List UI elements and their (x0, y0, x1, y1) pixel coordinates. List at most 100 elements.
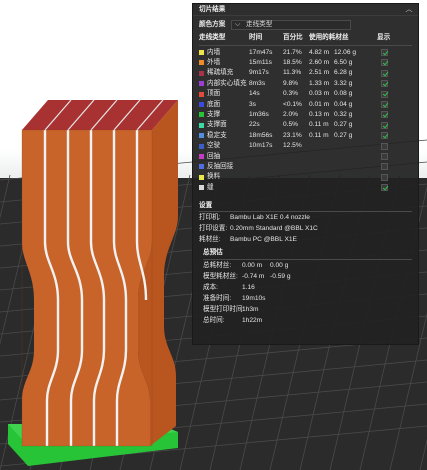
color-swatch (199, 164, 204, 170)
chevron-down-icon: ⌵ (235, 21, 241, 28)
feature-row: 底面 3s <0.1% 0.01 m 0.04 g (193, 100, 418, 110)
total-time-value: 1h22m (242, 317, 263, 324)
cost-value: 1.16 (242, 284, 255, 291)
feature-row: 内部实心填充 8m3s 9.8% 1.33 m 3.32 g (193, 79, 418, 89)
feature-percent: 11.3% (283, 69, 302, 77)
feature-weight: 0.27 g (334, 121, 353, 129)
feature-row: 稳定支 18m56s 23.1% 0.11 m 0.27 g (193, 131, 418, 141)
total-time-row: 总时间: 1h22m (193, 317, 418, 327)
model-top (22, 100, 178, 130)
display-checkbox[interactable] (381, 163, 388, 171)
feature-weight: 3.32 g (334, 79, 353, 87)
printer-label: 打印机: (199, 214, 221, 221)
filament-value: Bambu PC @BBL X1E (230, 236, 297, 243)
model-filament-row: 模型耗材丝: -0.74 m -0.59 g (193, 273, 418, 283)
feature-length: 0.11 m (309, 131, 329, 139)
feature-time: 17m47s (249, 48, 273, 56)
feature-row: 顶面 14s 0.3% 0.03 m 0.08 g (193, 90, 418, 100)
color-scheme-select[interactable]: ⌵ 走线类型 (231, 20, 351, 30)
cost-row: 成本: 1.16 (193, 284, 418, 294)
feature-name: 稀疏填充 (207, 69, 234, 77)
prep-time-label: 准备时间: (203, 295, 232, 302)
feature-row: 外墙 15m11s 18.5% 2.60 m 6.50 g (193, 58, 418, 68)
color-swatch (199, 91, 204, 97)
display-checkbox[interactable] (381, 121, 388, 129)
feature-percent: 0.3% (283, 90, 299, 98)
display-checkbox[interactable] (381, 90, 388, 98)
feature-name: 外墙 (207, 58, 221, 66)
feature-name: 底面 (207, 100, 221, 108)
feature-length: 2.60 m (309, 58, 330, 66)
display-checkbox[interactable] (381, 153, 388, 160)
header-divider (199, 45, 412, 46)
feature-name: 回抽 (207, 152, 221, 160)
color-swatch (199, 154, 204, 159)
feature-time: 14s (249, 90, 260, 98)
color-swatch (199, 102, 204, 107)
color-swatch (199, 60, 204, 66)
feature-row: 空驶 10m17s 12.5% (193, 142, 418, 152)
feature-percent: 0.5% (283, 121, 299, 129)
feature-length: 0.13 m (309, 110, 330, 118)
display-checkbox[interactable] (381, 80, 388, 88)
printed-model (8, 99, 178, 466)
feature-length: 1.33 m (309, 79, 330, 87)
color-swatch (199, 185, 204, 191)
model-filament-weight: -0.59 g (270, 273, 291, 280)
feature-row: 反抽回接 (193, 162, 418, 172)
color-swatch (199, 81, 204, 87)
filament-label: 耗材丝: (199, 236, 221, 243)
panel-header: 切片结果 ︿ (193, 4, 418, 16)
col-header-percent: 百分比 (283, 34, 303, 41)
feature-time: 9m17s (249, 69, 269, 77)
cost-label: 成本: (203, 284, 219, 291)
feature-length: 0.01 m (309, 100, 330, 108)
display-checkbox[interactable] (381, 59, 388, 67)
col-header-filament: 使用的耗材丝 (309, 34, 349, 41)
color-swatch (199, 112, 204, 118)
color-swatch (199, 174, 204, 180)
feature-weight: 0.32 g (334, 110, 353, 118)
summary-section-header: 总预估 (193, 248, 418, 259)
total-filament-label: 总耗材丝: (203, 262, 232, 269)
display-checkbox[interactable] (381, 184, 388, 192)
col-header-display: 显示 (377, 34, 391, 41)
model-time-row: 模型打印时间: 1h3m (193, 306, 418, 316)
feature-weight: 6.50 g (334, 58, 353, 66)
settings-title: 设置 (199, 202, 213, 209)
feature-length: 0.11 m (309, 121, 329, 129)
feature-percent: 2.0% (283, 110, 299, 118)
color-swatch (199, 50, 204, 55)
color-swatch (199, 122, 204, 128)
feature-percent: 12.5% (283, 142, 302, 150)
display-checkbox[interactable] (381, 69, 388, 77)
feature-length: 2.51 m (309, 69, 330, 77)
feature-row: 换料 (193, 173, 418, 183)
feature-name: 内墙 (207, 48, 221, 56)
display-checkbox[interactable] (381, 101, 388, 108)
feature-row: 回抽 (193, 152, 418, 162)
feature-name: 换料 (207, 173, 221, 181)
display-checkbox[interactable] (381, 142, 388, 150)
summary-divider (203, 259, 412, 260)
feature-name: 稳定支 (207, 131, 227, 139)
display-checkbox[interactable] (381, 111, 388, 119)
display-checkbox[interactable] (381, 49, 388, 56)
summary-title: 总预估 (203, 249, 223, 256)
feature-weight: 12.06 g (334, 48, 356, 56)
filament-row: 耗材丝: Bambu PC @BBL X1E (193, 236, 418, 246)
display-checkbox[interactable] (381, 132, 388, 140)
feature-weight: 6.28 g (334, 69, 353, 77)
feature-weight: 0.08 g (334, 90, 353, 98)
feature-name: 支撑 (207, 110, 221, 118)
color-scheme-value: 走线类型 (246, 21, 273, 28)
feature-percent: 9.8% (283, 79, 299, 87)
printer-row: 打印机: Bambu Lab X1E 0.4 nozzle (193, 214, 418, 224)
feature-row: 稀疏填充 9m17s 11.3% 2.51 m 6.28 g (193, 69, 418, 79)
chevron-up-icon[interactable]: ︿ (405, 6, 413, 14)
display-checkbox[interactable] (381, 173, 388, 181)
feature-row: 缝 (193, 183, 418, 193)
feature-row: 内墙 17m47s 21.7% 4.82 m 12.06 g (193, 48, 418, 58)
model-time-label: 模型打印时间: (203, 306, 245, 313)
printer-value: Bambu Lab X1E 0.4 nozzle (230, 214, 310, 221)
